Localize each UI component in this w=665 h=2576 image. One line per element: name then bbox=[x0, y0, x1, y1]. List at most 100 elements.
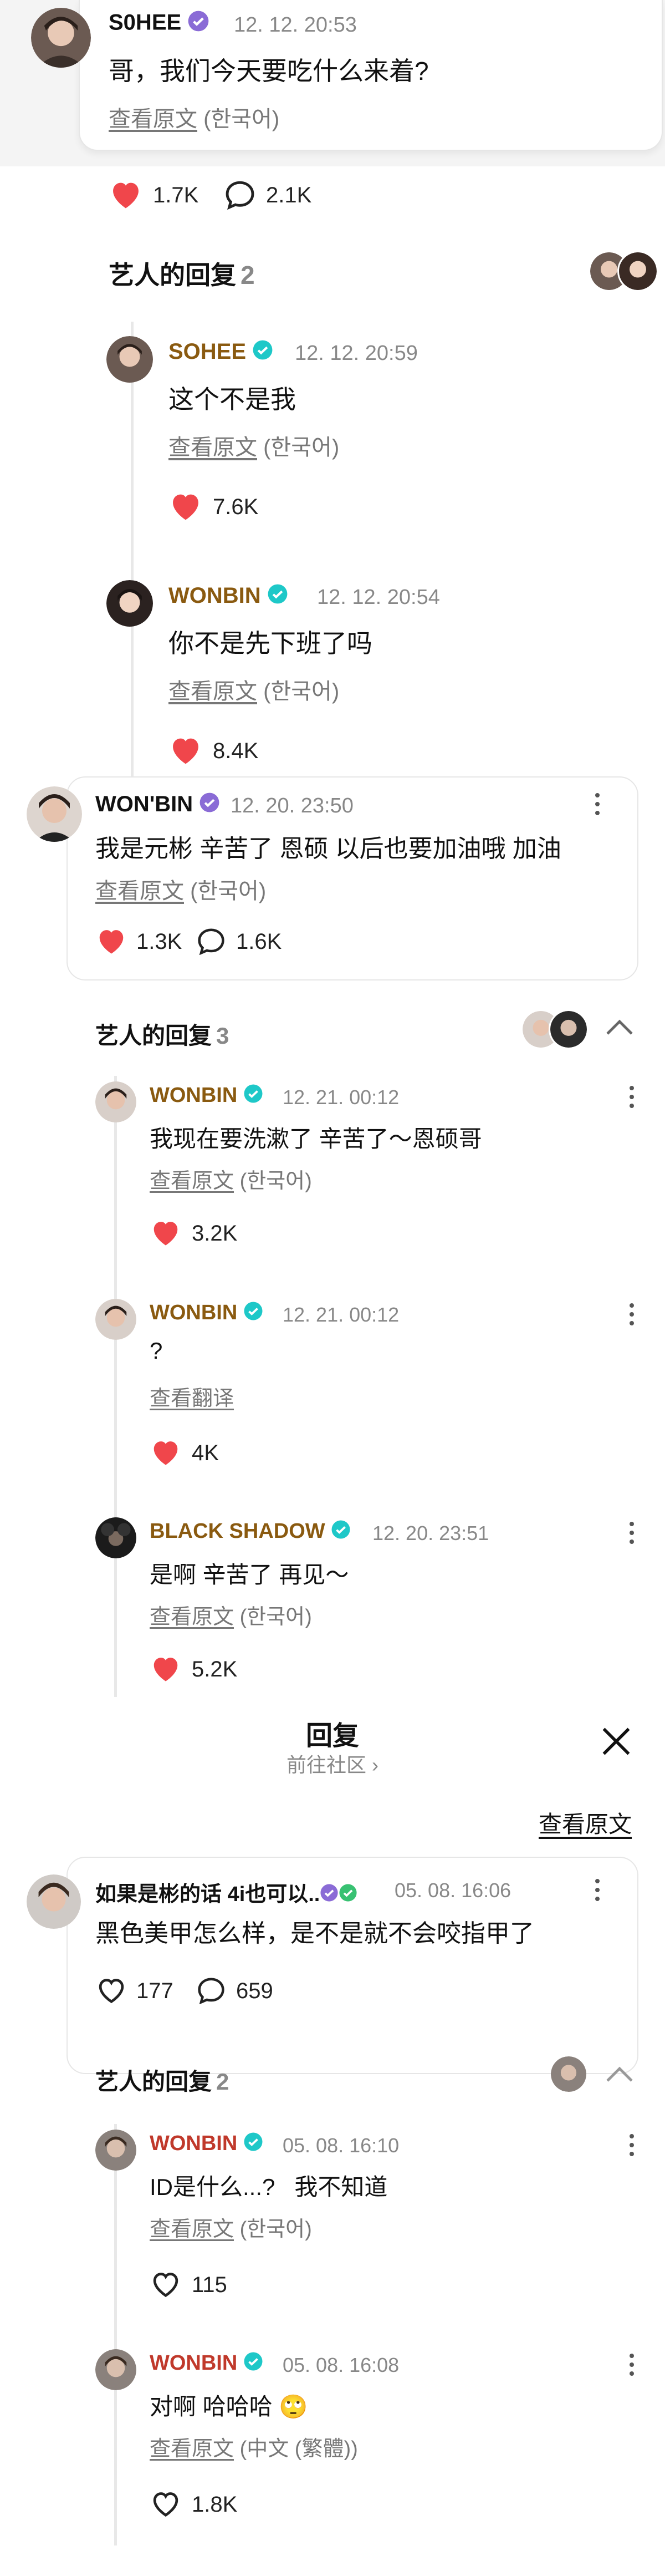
comment-author[interactable]: WON'BIN bbox=[95, 792, 220, 819]
reply-text: ID是什么...? 我不知道 bbox=[150, 2174, 388, 2200]
verified-icon bbox=[320, 1883, 339, 1908]
more-options-icon[interactable] bbox=[628, 1522, 635, 1548]
comment-text: 黑色美甲怎么样，是不是就不会咬指甲了 bbox=[95, 1920, 534, 1947]
view-original-link[interactable]: 查看原文 bbox=[95, 879, 184, 903]
avatar-sohee[interactable] bbox=[31, 8, 91, 68]
more-options-icon[interactable] bbox=[628, 1303, 635, 1330]
more-options-icon[interactable] bbox=[628, 2354, 635, 2380]
avatar-black-shadow[interactable] bbox=[95, 1517, 136, 1558]
like-count: 5.2K bbox=[192, 1657, 238, 1681]
reply-count: 1.6K bbox=[236, 929, 282, 954]
verified-icon bbox=[187, 10, 209, 38]
reply-count: 2.1K bbox=[266, 183, 312, 207]
artist-avatar-stack bbox=[617, 251, 658, 292]
comment-text: 哥，我们今天要吃什么来着? bbox=[109, 57, 429, 85]
reply-time: 05. 08. 16:08 bbox=[283, 2354, 400, 2376]
like-count: 4K bbox=[192, 1441, 219, 1465]
reply-icon[interactable] bbox=[196, 1977, 226, 2007]
view-original-link[interactable]: 查看原文 bbox=[150, 1170, 234, 1193]
view-original-link[interactable]: 查看原文 bbox=[150, 2218, 234, 2241]
like-count: 1.7K bbox=[153, 183, 199, 207]
like-icon[interactable] bbox=[150, 1654, 182, 1685]
artist-replies-header[interactable]: 艺人的回复 2 bbox=[109, 255, 255, 292]
verified-icon bbox=[331, 1520, 351, 1545]
view-original-link[interactable]: 查看原文 bbox=[168, 435, 257, 460]
like-icon[interactable] bbox=[95, 926, 127, 958]
like-icon[interactable] bbox=[168, 734, 203, 768]
go-to-community-link[interactable]: 前往社区 › bbox=[0, 1749, 665, 1778]
view-original-link[interactable]: 查看原文 bbox=[150, 1605, 234, 1629]
avatar-wonbin[interactable] bbox=[27, 786, 82, 842]
view-translation-row: 查看翻译 bbox=[150, 1381, 234, 1411]
reply-author[interactable]: WONBIN bbox=[150, 2351, 263, 2377]
reply-text: 这个不是我 bbox=[168, 385, 296, 414]
artist-replies-header[interactable]: 艺人的回复 3 bbox=[95, 1017, 229, 1051]
thread-line bbox=[131, 322, 134, 782]
comment-author[interactable]: S0HEE bbox=[109, 10, 209, 38]
view-original-link[interactable]: 查看原文 bbox=[109, 107, 197, 131]
more-options-icon[interactable] bbox=[594, 793, 601, 820]
like-icon[interactable] bbox=[109, 179, 143, 212]
reply-time: 12. 20. 23:51 bbox=[372, 1522, 489, 1544]
view-original-row: 查看原文 (中文 (繁體)) bbox=[150, 2437, 358, 2461]
view-original-row: 查看原文 (한국어) bbox=[109, 107, 280, 131]
comment-time: 12. 20. 23:50 bbox=[231, 794, 354, 817]
verified-icon bbox=[199, 792, 220, 819]
like-outline-icon[interactable] bbox=[95, 1975, 127, 2007]
reply-author[interactable]: WONBIN bbox=[150, 1301, 263, 1327]
reply-author[interactable]: WONBIN bbox=[168, 583, 288, 610]
like-outline-icon[interactable] bbox=[150, 2269, 182, 2301]
reply-author[interactable]: WONBIN bbox=[150, 2132, 263, 2157]
reply-time: 12. 12. 20:59 bbox=[295, 342, 418, 365]
view-original-button[interactable]: 查看原文 bbox=[539, 1806, 632, 1840]
like-icon[interactable] bbox=[150, 1437, 182, 1469]
like-count: 115 bbox=[192, 2273, 227, 2297]
avatar-wonbin[interactable] bbox=[95, 1299, 136, 1340]
reply-icon[interactable] bbox=[196, 927, 226, 958]
artist-avatar-stack bbox=[549, 1009, 589, 1049]
view-original-row: 查看原文 (한국어) bbox=[150, 1170, 312, 1193]
thread-line bbox=[114, 1076, 117, 1697]
modal-title: 回复 bbox=[305, 1721, 359, 1751]
verified-icon bbox=[243, 2351, 263, 2377]
close-icon[interactable] bbox=[600, 1725, 633, 1761]
reply-time: 12. 12. 20:54 bbox=[317, 586, 440, 609]
view-original-row: 查看原文 (한국어) bbox=[95, 879, 267, 903]
reply-count: 659 bbox=[236, 1979, 273, 2003]
view-original-row: 查看原文 (한국어) bbox=[168, 435, 340, 460]
view-original-link[interactable]: 查看原文 bbox=[168, 679, 257, 704]
comment-time: 12. 12. 20:53 bbox=[234, 13, 357, 37]
reply-icon[interactable] bbox=[224, 180, 256, 212]
like-icon[interactable] bbox=[168, 490, 203, 524]
more-options-icon[interactable] bbox=[628, 1086, 635, 1112]
like-count: 177 bbox=[136, 1979, 173, 2003]
more-options-icon[interactable] bbox=[628, 2134, 635, 2161]
more-options-icon[interactable] bbox=[594, 1879, 601, 1906]
avatar-sohee[interactable] bbox=[106, 336, 153, 383]
view-original-link[interactable]: 查看原文 bbox=[150, 2437, 234, 2461]
like-outline-icon[interactable] bbox=[150, 2489, 182, 2521]
view-translation-link[interactable]: 查看翻译 bbox=[150, 1387, 234, 1410]
avatar-wonbin[interactable] bbox=[95, 1081, 136, 1122]
reply-time: 05. 08. 16:10 bbox=[283, 2134, 400, 2157]
collapse-chevron-icon[interactable] bbox=[605, 1018, 634, 1039]
verified-icon bbox=[339, 1883, 357, 1908]
artist-replies-header[interactable]: 艺人的回复 2 bbox=[95, 2063, 229, 2097]
view-original-row: 查看原文 (한국어) bbox=[168, 679, 340, 704]
reply-text: 我现在要洗漱了 辛苦了～恩硕哥 bbox=[150, 1126, 482, 1152]
avatar-wonbin[interactable] bbox=[95, 2130, 136, 2171]
collapse-chevron-icon[interactable] bbox=[605, 2065, 634, 2086]
reply-author[interactable]: SOHEE bbox=[168, 339, 273, 366]
avatar-wonbin[interactable] bbox=[106, 580, 153, 627]
reply-time: 12. 21. 00:12 bbox=[283, 1303, 400, 1326]
reply-author[interactable]: WONBIN bbox=[150, 1084, 263, 1109]
comment-author[interactable]: 如果是彬的话 4i也可以.. bbox=[95, 1877, 357, 1908]
comment-text: 我是元彬 辛苦了 恩硕 以后也要加油哦 加油 bbox=[95, 835, 561, 862]
avatar-user[interactable] bbox=[27, 1874, 81, 1929]
reply-author[interactable]: BLACK SHADOW bbox=[150, 1520, 351, 1545]
avatar-wonbin[interactable] bbox=[95, 2349, 136, 2390]
like-count: 8.4K bbox=[213, 739, 259, 763]
verified-icon bbox=[243, 1301, 263, 1327]
like-icon[interactable] bbox=[150, 1218, 182, 1249]
like-count: 7.6K bbox=[213, 495, 259, 519]
